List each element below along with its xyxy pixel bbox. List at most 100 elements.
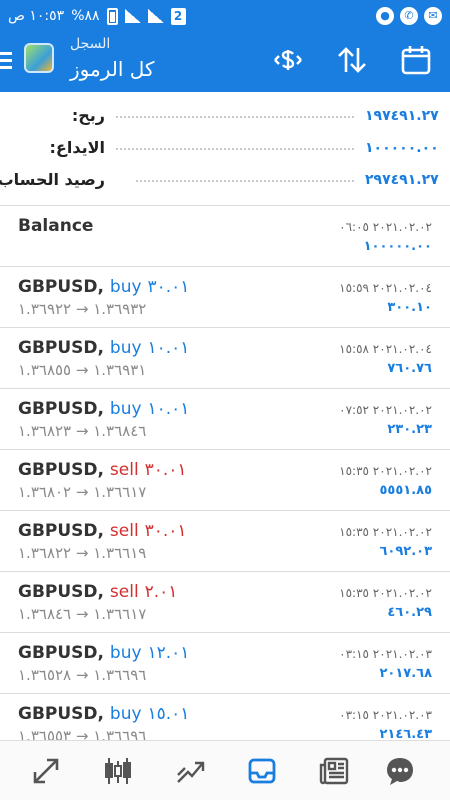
trade-symbol: GBPUSD, [18,704,104,724]
trade-volume: ٣٠.٠١ [144,460,187,480]
trade-row[interactable]: GBPUSD, sell ٢.٠١ ١.٣٦٦١٧ → ١.٣٦٨٤٦ ٢٠٢١.٠… [0,572,450,633]
trade-date: ٢٠٢١.٠٢.٠٢ ١٥:٣٥ [339,525,432,539]
trade-side: buy [109,643,142,663]
title-block[interactable]: السجل كل الرموز [70,36,154,81]
trade-symbol: GBPUSD, [18,521,104,541]
dotted-leader [116,148,354,150]
calendar-icon[interactable] [398,42,434,78]
battery-percent: %٨٨ [71,8,100,24]
history-icon[interactable] [244,753,280,789]
currency-exchange-icon[interactable] [270,42,306,78]
trade-symbol-line: GBPUSD, buy ١٢.٠١ [18,643,189,663]
trade-date: ٢٠٢١.٠٢.٠٢ ١٥:٣٥ [339,464,432,478]
status-bar: ١٠:٥٣ ص %٨٨ 2 ● ✆ ✉ [0,0,450,32]
battery-icon [106,7,118,25]
trade-volume: ٣٠.٠١ [147,277,190,297]
balance-value: ٢٩٧٤٩١.٢٧ [365,172,439,188]
trade-volume: ١٥.٠١ [147,704,190,724]
deposit-value: ١٠٠٠٠٠.٠٠ [365,140,439,156]
trade-side: sell [109,460,139,480]
trade-volume: ١٢.٠١ [147,643,190,663]
menu-icon[interactable] [0,52,12,70]
trade-prices: ١.٣٦٦١٧ → ١.٣٦٨٠٢ [18,483,147,501]
trade-symbol: GBPUSD, [18,582,104,602]
trade-side: buy [109,399,142,419]
trade-symbol-line: GBPUSD, buy ١٠.٠١ [18,399,189,419]
trade-icon[interactable] [172,753,208,789]
trade-side: sell [109,521,139,541]
trade-row[interactable]: GBPUSD, sell ٣٠.٠١ ١.٣٦٦١٧ → ١.٣٦٨٠٢ ٢٠٢١.… [0,450,450,511]
balance-row[interactable]: Balance ٢٠٢١.٠٢.٠٢ ٠٦:٠٥ ١٠٠٠٠٠.٠٠ [0,206,450,267]
signal-icon [124,9,141,23]
trade-date: ٢٠٢١.٠٢.٠٤ ١٥:٥٩ [339,281,432,295]
bottom-nav [0,740,450,800]
profit-label: ربح: [71,106,105,125]
trade-row[interactable]: GBPUSD, buy ١٥.٠١ ١.٣٦٦٩٦ → ١.٣٦٥٥٣ ٢٠٢١.٠… [0,694,450,740]
sort-icon[interactable] [334,42,370,78]
time-text: ١٠:٥٣ ص [8,8,65,24]
chat-icon[interactable] [382,753,418,789]
trade-side: buy [109,338,142,358]
trade-prices: ١.٣٦٦١٩ → ١.٣٦٨٢٢ [18,544,147,562]
trade-prices: ١.٣٦٩٣١ → ١.٣٦٨٥٥ [18,361,147,379]
news-icon[interactable] [316,753,352,789]
trade-date: ٢٠٢١.٠٢.٠٣ ٠٣:١٥ [339,708,432,722]
trade-volume: ٢.٠١ [144,582,178,602]
trade-symbol-line: GBPUSD, sell ٣٠.٠١ [18,521,187,541]
trade-row[interactable]: GBPUSD, buy ١٠.٠١ ١.٣٦٨٤٦ → ١.٣٦٨٢٣ ٢٠٢١.٠… [0,389,450,450]
balance-title: Balance [18,216,94,236]
trade-profit: ٣٠٠.١٠ [387,300,432,315]
chart-icon[interactable] [100,753,136,789]
app-logo [24,43,54,73]
summary-row-balance: رصيد الحساب: ٢٩٧٤٩١.٢٧ [0,166,450,198]
trade-profit: ٢٠١٧.٦٨ [379,666,432,681]
trade-row[interactable]: GBPUSD, sell ٣٠.٠١ ١.٣٦٦١٩ → ١.٣٦٨٢٢ ٢٠٢١.… [0,511,450,572]
trade-date: ٢٠٢١.٠٢.٠٢ ٠٧:٥٢ [339,403,432,417]
trade-row[interactable]: GBPUSD, buy ١٠.٠١ ١.٣٦٩٣١ → ١.٣٦٨٥٥ ٢٠٢١.٠… [0,328,450,389]
trade-profit: ٦٠٩٢.٠٣ [379,544,432,559]
trade-symbol: GBPUSD, [18,399,104,419]
history-list[interactable]: ربح: ١٩٧٤٩١.٢٧ الايداع: ١٠٠٠٠٠.٠٠ رصيد ا… [0,92,450,740]
summary-row-deposit: الايداع: ١٠٠٠٠٠.٠٠ [0,134,450,166]
trade-prices: ١.٣٦٦١٧ → ١.٣٦٨٤٦ [18,605,147,623]
trade-symbol-line: GBPUSD, sell ٢.٠١ [18,582,177,602]
balance-amount: ١٠٠٠٠٠.٠٠ [363,239,432,254]
account-summary: ربح: ١٩٧٤٩١.٢٧ الايداع: ١٠٠٠٠٠.٠٠ رصيد ا… [0,92,450,206]
trade-prices: ١.٣٦٩٣٢ → ١.٣٦٩٢٢ [18,300,147,318]
dotted-leader [136,180,354,182]
mail-icon: ✉ [424,7,442,25]
app-bar: السجل كل الرموز [0,32,450,92]
trade-date: ٢٠٢١.٠٢.٠٢ ١٥:٣٥ [339,586,432,600]
trade-side: buy [109,704,142,724]
trade-symbol: GBPUSD, [18,460,104,480]
trade-side: buy [109,277,142,297]
trade-symbol: GBPUSD, [18,277,104,297]
signal-icon-2 [147,9,164,23]
trade-profit: ٢٣٠.٢٣ [387,422,432,437]
trade-symbol: GBPUSD, [18,643,104,663]
trade-symbol-line: GBPUSD, buy ٣٠.٠١ [18,277,189,297]
trade-volume: ١٠.٠١ [147,399,190,419]
trades-list: GBPUSD, buy ٣٠.٠١ ١.٣٦٩٣٢ → ١.٣٦٩٢٢ ٢٠٢١.٠… [0,267,450,740]
balance-date: ٢٠٢١.٠٢.٠٢ ٠٦:٠٥ [339,220,432,234]
trade-prices: ١.٣٦٦٩٦ → ١.٣٦٥٥٣ [18,727,147,740]
trade-date: ٢٠٢١.٠٢.٠٤ ١٥:٥٨ [339,342,432,356]
trade-volume: ١٠.٠١ [147,338,190,358]
trade-prices: ١.٣٦٦٩٦ → ١.٣٦٥٢٨ [18,666,147,684]
trade-profit: ٤٦٠.٢٩ [387,605,432,620]
sim-icon: 2 [170,7,186,25]
trade-prices: ١.٣٦٨٤٦ → ١.٣٦٨٢٣ [18,422,147,440]
trade-symbol-line: GBPUSD, sell ٣٠.٠١ [18,460,187,480]
trade-row[interactable]: GBPUSD, buy ١٢.٠١ ١.٣٦٦٩٦ → ١.٣٦٥٢٨ ٢٠٢١.٠… [0,633,450,694]
dotted-leader [116,116,354,118]
trade-volume: ٣٠.٠١ [144,521,187,541]
quotes-icon[interactable] [28,753,64,789]
balance-label: رصيد الحساب: [0,170,105,189]
phone-icon: ✆ [400,7,418,25]
summary-row-profit: ربح: ١٩٧٤٩١.٢٧ [0,102,450,134]
trade-symbol: GBPUSD, [18,338,104,358]
trade-symbol-line: GBPUSD, buy ١٠.٠١ [18,338,189,358]
trade-row[interactable]: GBPUSD, buy ٣٠.٠١ ١.٣٦٩٣٢ → ١.٣٦٩٢٢ ٢٠٢١.٠… [0,267,450,328]
trade-profit: ٢١٤٦.٤٣ [379,727,432,740]
trade-side: sell [109,582,139,602]
